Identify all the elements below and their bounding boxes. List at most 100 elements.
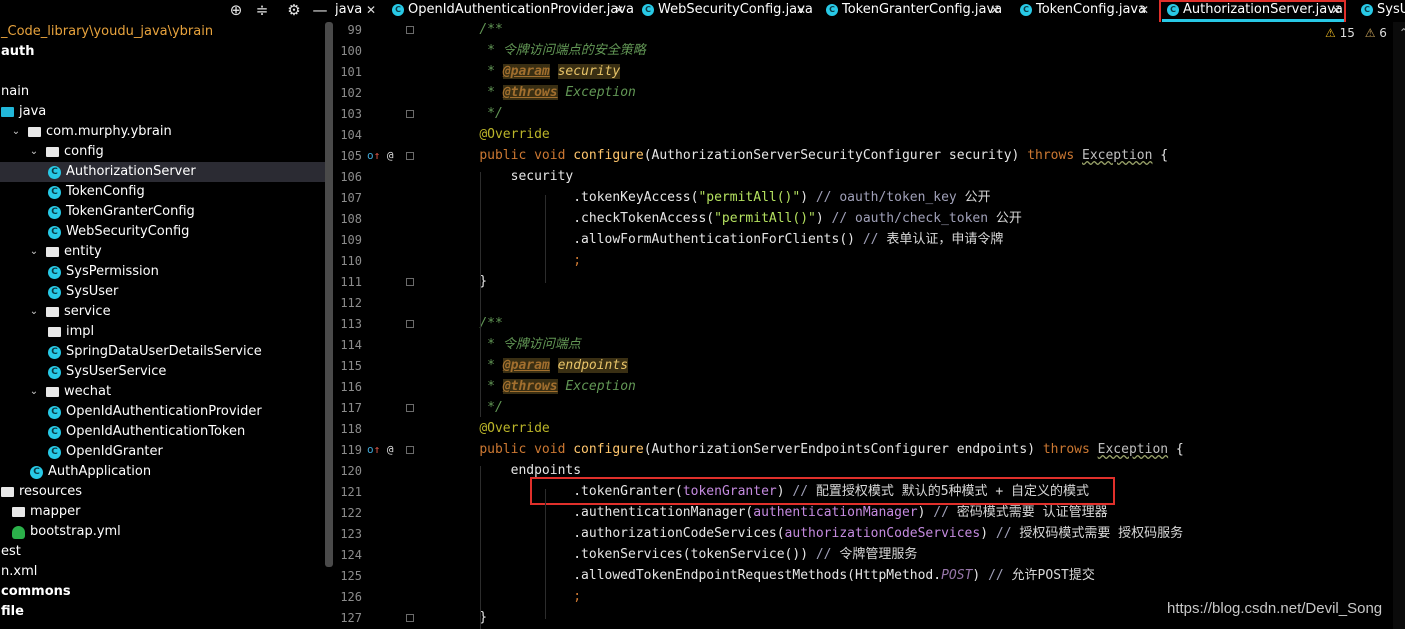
code-line[interactable]: } [448, 607, 487, 628]
tree-item-sysuserservice[interactable]: C SysUserService [0, 362, 325, 382]
code-line[interactable]: /** [448, 22, 502, 40]
override-icon[interactable]: o↑ @ [367, 149, 394, 162]
code-line[interactable]: @Override [448, 418, 549, 439]
fold-marker-icon[interactable] [406, 446, 414, 454]
tree-item-auth[interactable]: auth [0, 42, 325, 62]
tree-item-config[interactable]: ⌄ config [0, 142, 325, 162]
code-line[interactable]: } [448, 271, 487, 292]
close-icon[interactable]: ✕ [366, 0, 376, 20]
code-line[interactable]: * @throws Exception [448, 376, 636, 397]
code-line[interactable]: * @throws Exception [448, 82, 636, 103]
tree-item-mapper[interactable]: mapper [0, 502, 325, 522]
fold-marker-icon[interactable] [406, 404, 414, 412]
editor-tab[interactable]: C TokenGranterConfig.java ✕ [824, 0, 1004, 22]
gear-icon[interactable]: ⚙ [285, 1, 303, 19]
tree-item-tokenconfig[interactable]: C TokenConfig [0, 182, 325, 202]
code-line[interactable]: .allowFormAuthenticationForClients() // … [448, 229, 1003, 250]
tree-item-bootstrap-yml[interactable]: bootstrap.yml [0, 522, 325, 542]
code-line[interactable]: /** [448, 313, 502, 334]
tree-item-openidauthenticationtoken[interactable]: C OpenIdAuthenticationToken [0, 422, 325, 442]
tree-item-n-xml[interactable]: n.xml [0, 562, 325, 582]
editor-tab[interactable]: C OpenIdAuthenticationProvider.java ✕ [390, 0, 634, 22]
code-line[interactable]: * @param security [448, 61, 621, 82]
editor-tab[interactable]: java ✕ [335, 0, 380, 22]
editor-tab[interactable]: C TokenConfig.java ✕ [1018, 0, 1153, 22]
tree-item-springdatauserdetailsservice[interactable]: C SpringDataUserDetailsService [0, 342, 325, 362]
close-icon[interactable]: ✕ [990, 0, 1000, 20]
line-number: 118 [340, 422, 362, 436]
chevron-down-icon[interactable]: ⌄ [28, 242, 40, 262]
code-line[interactable]: public void configure(AuthorizationServe… [448, 145, 1168, 166]
tree-item-impl[interactable]: impl [0, 322, 325, 342]
line-number: 115 [340, 359, 362, 373]
code-token: public void [479, 148, 574, 163]
tree-item-nain[interactable]: nain [0, 82, 325, 102]
minimize-icon[interactable]: — [311, 1, 329, 19]
crosshair-icon[interactable]: ⊕ [227, 1, 245, 19]
code-editor[interactable]: 99 100 101 102 103 104 105 o↑ @ 106 107 108 109 110 1… [335, 22, 1405, 629]
fold-marker-icon[interactable] [406, 110, 414, 118]
code-line[interactable]: security [448, 166, 574, 187]
tree-item-wechat[interactable]: ⌄ wechat [0, 382, 325, 402]
editor-tab[interactable]: C WebSecurityConfig.java ✕ [640, 0, 813, 22]
code-line[interactable]: public void configure(AuthorizationServe… [448, 439, 1183, 460]
code-line[interactable]: .authenticationManager(authenticationMan… [448, 502, 1107, 523]
tree-item-com-murphy-ybrain[interactable]: ⌄ com.murphy.ybrain [0, 122, 325, 142]
code-line[interactable]: * 令牌访问端点 [448, 334, 581, 355]
fold-marker-icon[interactable] [406, 152, 414, 160]
tree-item-tokengranterconfig[interactable]: C TokenGranterConfig [0, 202, 325, 222]
code-line[interactable]: .tokenKeyAccess("permitAll()") // oauth/… [448, 187, 990, 208]
fold-marker-icon[interactable] [406, 320, 414, 328]
tree-item-entity[interactable]: ⌄ entity [0, 242, 325, 262]
tree-item-authapplication[interactable]: C AuthApplication [0, 462, 325, 482]
code-line[interactable]: * 令牌访问端点的安全策略 [448, 40, 646, 61]
code-line[interactable]: */ [448, 103, 503, 124]
tree-item-openidauthenticationprovider[interactable]: C OpenIdAuthenticationProvider [0, 402, 325, 422]
class-icon: C [48, 366, 61, 379]
tree-item-blank[interactable] [0, 62, 325, 82]
sidebar-scrollbar[interactable] [325, 22, 333, 567]
chevron-down-icon[interactable]: ⌄ [28, 142, 40, 162]
code-line[interactable]: ; [448, 586, 581, 607]
tree-item-openidgranter[interactable]: C OpenIdGranter [0, 442, 325, 462]
override-icon[interactable]: o↑ @ [367, 443, 394, 456]
code-line[interactable]: .tokenServices(tokenService()) // 令牌管理服务 [448, 544, 917, 565]
tree-item-est[interactable]: est [0, 542, 325, 562]
fold-marker-icon[interactable] [406, 614, 414, 622]
fold-marker-icon[interactable] [406, 278, 414, 286]
chevron-down-icon[interactable]: ⌄ [28, 302, 40, 322]
chevron-down-icon[interactable]: ⌄ [10, 122, 22, 142]
tree-item-service[interactable]: ⌄ service [0, 302, 325, 322]
code-line[interactable]: @Override [448, 124, 549, 145]
chevron-down-icon[interactable]: ⌄ [28, 382, 40, 402]
tree-item-authorizationserver[interactable]: C AuthorizationServer [0, 162, 325, 182]
code-line[interactable]: .checkTokenAccess("permitAll()") // oaut… [448, 208, 1022, 229]
tree-item-websecurityconfig[interactable]: C WebSecurityConfig [0, 222, 325, 242]
tree-item-file[interactable]: file [0, 602, 325, 622]
tree-item-code-library-youdu-java-ybrain[interactable]: _Code_library\youdu_java\ybrain [0, 22, 325, 42]
editor-tab[interactable]: C SysU [1359, 0, 1405, 22]
class-icon: C [48, 266, 61, 279]
tree-item-resources[interactable]: resources [0, 482, 325, 502]
tree-item-sysuser[interactable]: C SysUser [0, 282, 325, 302]
tree-item-commons[interactable]: commons [0, 582, 325, 602]
line-number: 120 [340, 464, 362, 478]
tree-item-java[interactable]: java [0, 102, 325, 122]
code-line[interactable]: ; [448, 250, 581, 271]
close-icon[interactable]: ✕ [796, 0, 806, 20]
chevron-up-icon[interactable]: ⌃ [1399, 26, 1405, 40]
line-number: 126 [340, 590, 362, 604]
collapse-all-icon[interactable]: ≑ [253, 1, 271, 19]
inspection-widget[interactable]: ⚠ 15 ⚠ 6 ⌃ [1325, 26, 1405, 40]
close-icon[interactable]: ✕ [614, 0, 624, 20]
tree-item-syspermission[interactable]: C SysPermission [0, 262, 325, 282]
code-line[interactable]: .authorizationCodeServices(authorization… [448, 523, 1183, 544]
fold-marker-icon[interactable] [406, 26, 414, 34]
code-line[interactable]: */ [448, 397, 503, 418]
indent-guide [545, 195, 546, 283]
code-line[interactable]: * @param endpoints [448, 355, 629, 376]
tree-item-label: mapper [30, 504, 81, 519]
close-icon[interactable]: ✕ [1139, 0, 1149, 20]
